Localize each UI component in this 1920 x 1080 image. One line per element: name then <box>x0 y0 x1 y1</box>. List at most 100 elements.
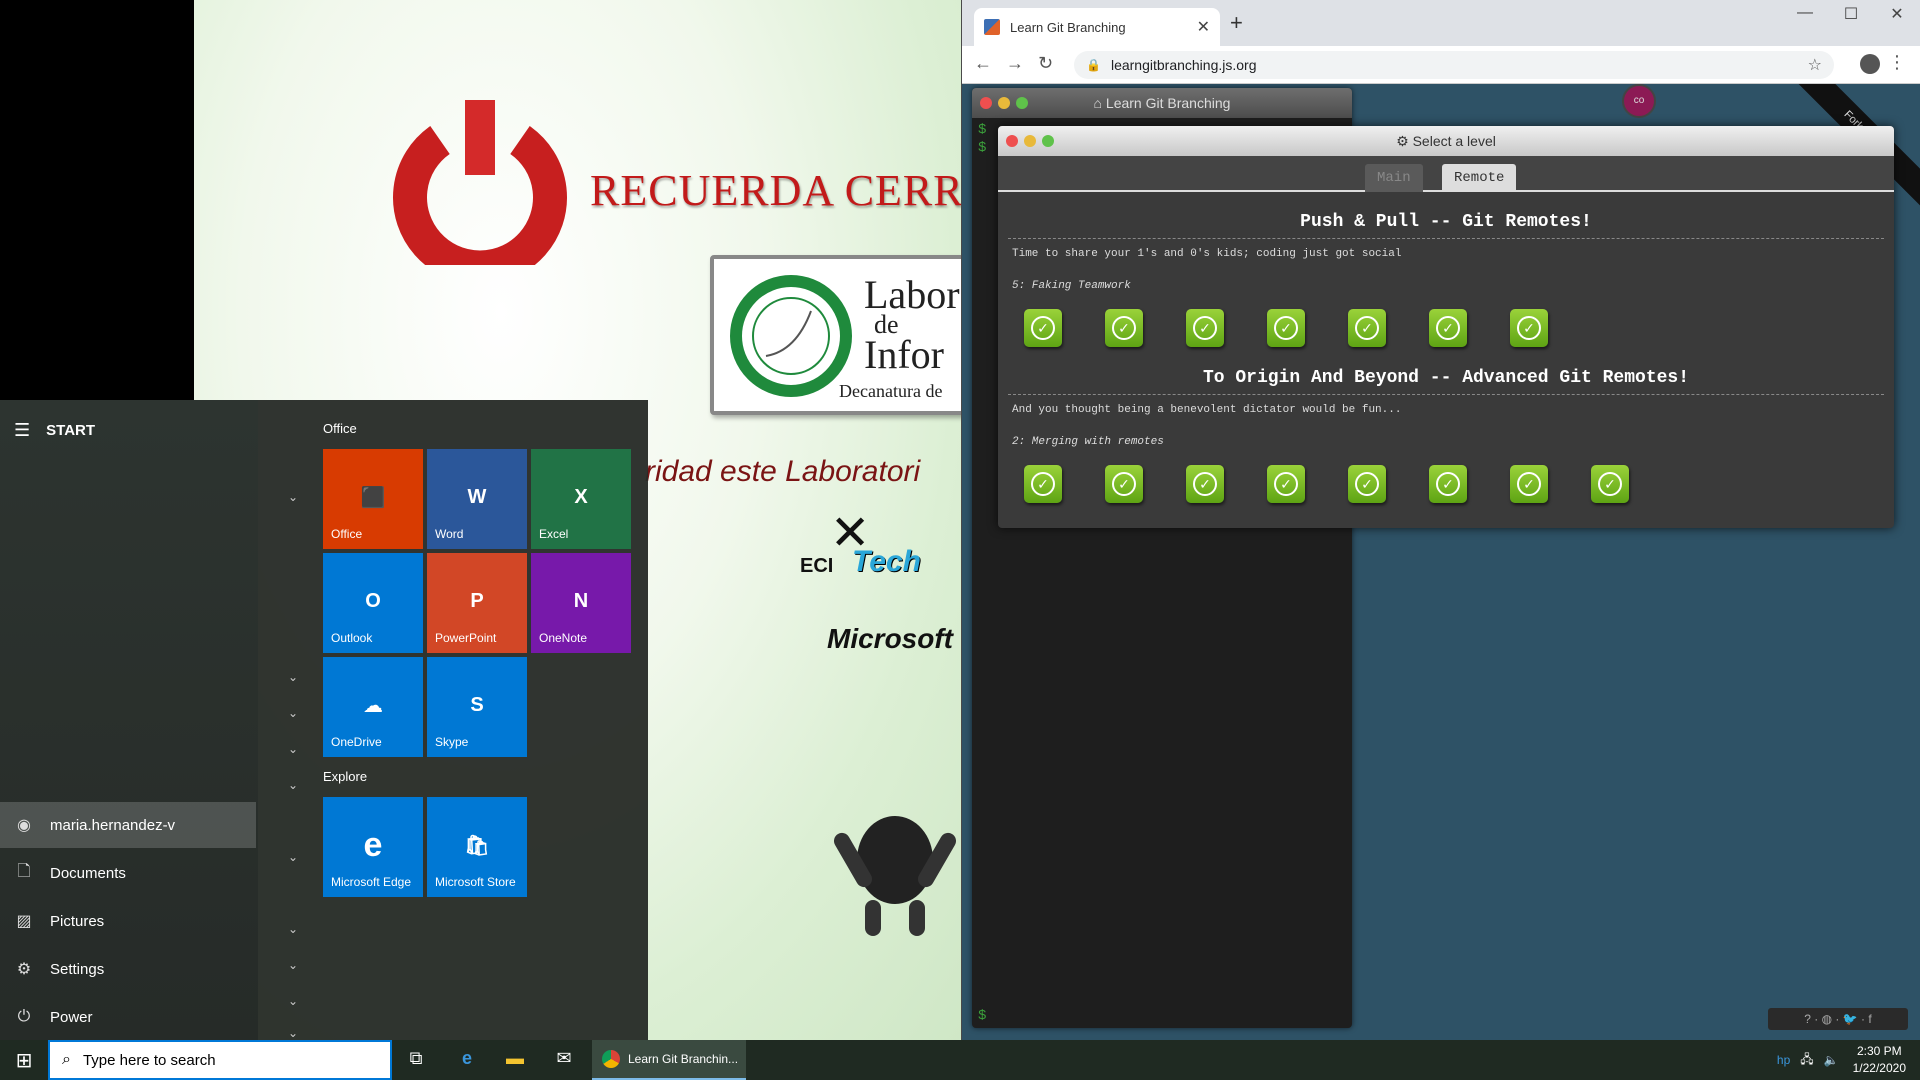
tab-main[interactable]: Main <box>1365 164 1423 192</box>
tile-word[interactable]: W Word <box>427 449 527 549</box>
new-tab-button[interactable]: + <box>1230 10 1243 36</box>
nav-settings[interactable]: ⚙ Settings <box>0 946 256 992</box>
checkmark-icon: ✓ <box>1193 472 1217 496</box>
network-icon[interactable]: 🖧 <box>1800 1050 1813 1071</box>
checkmark-icon: ✓ <box>1274 472 1298 496</box>
checkmark-icon: ✓ <box>1031 316 1055 340</box>
taskbar: ⊞ ⌕ Type here to search ⧉ e ▬ ✉ Learn Gi… <box>0 1040 1920 1080</box>
volume-icon[interactable]: 🔈 <box>1824 1053 1839 1067</box>
chevron-down-icon[interactable]: ⌄ <box>288 778 298 792</box>
level-row: ✓ ✓ ✓ ✓ ✓ ✓ ✓ ✓ <box>1024 465 1629 503</box>
chevron-down-icon[interactable]: ⌄ <box>288 490 298 504</box>
level-button[interactable]: ✓ <box>1348 465 1386 503</box>
level-button[interactable]: ✓ <box>1510 309 1548 347</box>
tile-outlook[interactable]: O Outlook <box>323 553 423 653</box>
tile-skype[interactable]: S Skype <box>427 657 527 757</box>
chevron-down-icon[interactable]: ⌄ <box>288 1026 298 1040</box>
tile-excel[interactable]: X Excel <box>531 449 631 549</box>
level-button[interactable]: ✓ <box>1105 309 1143 347</box>
bookmark-star-icon[interactable]: ☆ <box>1808 55 1822 75</box>
task-view-icon[interactable]: ⧉ <box>403 1048 429 1072</box>
windows-start-button[interactable]: ⊞ <box>0 1040 48 1080</box>
browser-tab[interactable]: Learn Git Branching ✕ <box>974 8 1220 46</box>
microsoft-text: Microsoft <box>827 623 953 654</box>
tile-powerpoint[interactable]: P PowerPoint <box>427 553 527 653</box>
reload-button[interactable]: ↻ <box>1038 53 1053 74</box>
edge-icon[interactable]: e <box>454 1048 480 1072</box>
profile-icon[interactable] <box>1860 54 1880 74</box>
level-button[interactable]: ✓ <box>1024 465 1062 503</box>
tab-remote[interactable]: Remote <box>1442 164 1517 192</box>
level-button[interactable]: ✓ <box>1024 309 1062 347</box>
system-tray: hp 🖧 🔈 2:30 PM 1/22/2020 <box>1777 1040 1906 1080</box>
store-icon: 🛍 <box>464 834 490 857</box>
clock[interactable]: 2:30 PM 1/22/2020 <box>1853 1043 1906 1077</box>
command-prompt[interactable]: $ <box>978 1008 986 1024</box>
back-button[interactable]: ← <box>974 53 992 74</box>
maximize-button[interactable]: ☐ <box>1828 4 1874 24</box>
taskbar-app-label: Learn Git Branchin... <box>628 1052 739 1066</box>
file-explorer-icon[interactable]: ▬ <box>502 1048 528 1072</box>
level-button[interactable]: ✓ <box>1267 309 1305 347</box>
minimize-dot[interactable] <box>1024 135 1036 147</box>
taskbar-chrome-app[interactable]: Learn Git Branchin... <box>592 1040 746 1080</box>
current-level: 2: Merging with remotes <box>1012 436 1164 448</box>
taskbar-search-input[interactable]: ⌕ Type here to search <box>48 1040 392 1080</box>
level-button[interactable]: ✓ <box>1510 465 1548 503</box>
chevron-down-icon[interactable]: ⌄ <box>288 850 298 864</box>
checkmark-icon: ✓ <box>1355 316 1379 340</box>
divider <box>1008 238 1884 239</box>
close-dot[interactable] <box>980 97 992 109</box>
mail-icon[interactable]: ✉ <box>551 1048 577 1072</box>
level-button[interactable]: ✓ <box>1348 309 1386 347</box>
tile-edge[interactable]: e Microsoft Edge <box>323 797 423 897</box>
lab-logo-box: Labor de Infor Decanatura de <box>710 255 962 415</box>
close-dot[interactable] <box>1006 135 1018 147</box>
favicon-icon <box>984 19 1000 35</box>
clock-time: 2:30 PM <box>1856 1044 1902 1058</box>
forward-button[interactable]: → <box>1006 53 1024 74</box>
close-window-button[interactable]: ✕ <box>1874 4 1920 24</box>
nav-power[interactable]: ⏻ Power <box>0 994 256 1040</box>
level-button[interactable]: ✓ <box>1267 465 1305 503</box>
robot-icon <box>834 816 956 936</box>
close-icon[interactable]: ✕ <box>1197 17 1210 37</box>
tile-store[interactable]: 🛍 Microsoft Store <box>427 797 527 897</box>
checkmark-icon: ✓ <box>1598 472 1622 496</box>
chevron-down-icon[interactable]: ⌄ <box>288 706 298 720</box>
user-account[interactable]: ◉ maria.hernandez-v <box>0 802 256 848</box>
chevron-down-icon[interactable]: ⌄ <box>288 958 298 972</box>
level-button[interactable]: ✓ <box>1429 309 1467 347</box>
tile-label: Skype <box>435 735 469 749</box>
level-button[interactable]: ✓ <box>1591 465 1629 503</box>
chevron-down-icon[interactable]: ⌄ <box>288 742 298 756</box>
level-button[interactable]: ✓ <box>1186 309 1224 347</box>
start-header: ☰ START <box>14 420 95 441</box>
chevron-down-icon[interactable]: ⌄ <box>288 994 298 1008</box>
hamburger-icon[interactable]: ☰ <box>14 420 30 441</box>
level-button[interactable]: ✓ <box>1186 465 1224 503</box>
tile-label: Microsoft Store <box>435 875 516 889</box>
tile-onenote[interactable]: N OneNote <box>531 553 631 653</box>
recuerda-text: RECUERDA CERR <box>590 166 962 215</box>
tile-label: OneDrive <box>331 735 382 749</box>
footer-links[interactable]: ? · ◍ · 🐦 · f <box>1768 1008 1908 1030</box>
user-name: maria.hernandez-v <box>50 816 176 834</box>
group-label-office: Office <box>323 421 357 436</box>
tile-onedrive[interactable]: ☁ OneDrive <box>323 657 423 757</box>
maximize-dot[interactable] <box>1016 97 1028 109</box>
tile-office[interactable]: ⬛ Office <box>323 449 423 549</box>
level-button[interactable]: ✓ <box>1105 465 1143 503</box>
maximize-dot[interactable] <box>1042 135 1054 147</box>
nav-pictures[interactable]: ▨ Pictures <box>0 898 256 944</box>
level-button[interactable]: ✓ <box>1429 465 1467 503</box>
chevron-down-icon[interactable]: ⌄ <box>288 670 298 684</box>
address-bar[interactable]: 🔒 learngitbranching.js.org ☆ <box>1074 51 1834 79</box>
minimize-button[interactable]: — <box>1782 4 1828 22</box>
menu-icon[interactable]: ⋮ <box>1888 52 1906 73</box>
chevron-down-icon[interactable]: ⌄ <box>288 922 298 936</box>
minimize-dot[interactable] <box>998 97 1010 109</box>
hp-icon[interactable]: hp <box>1777 1053 1790 1067</box>
level-select-dialog: ⚙ Select a level Main Remote Push & Pull… <box>998 126 1894 528</box>
nav-documents[interactable]: 🗋 Documents <box>0 850 256 896</box>
